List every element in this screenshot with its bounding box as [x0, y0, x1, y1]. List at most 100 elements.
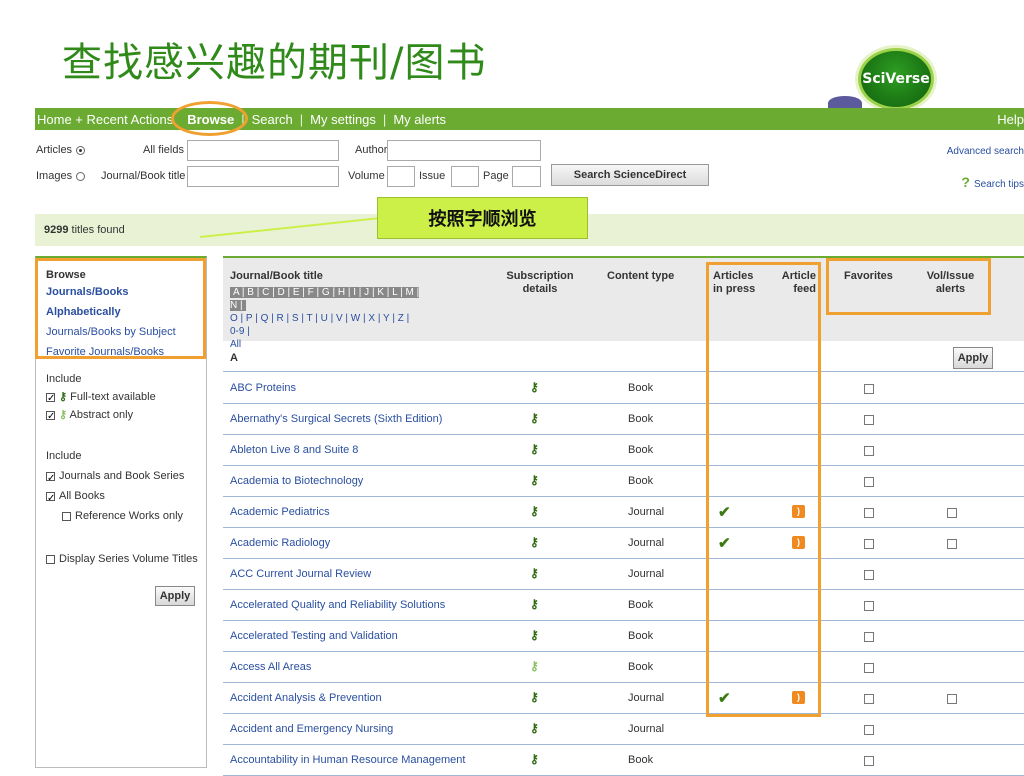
favorite-checkbox[interactable]: [864, 756, 874, 766]
table-row: ABC Proteins ⚷ Book: [223, 373, 1024, 404]
title-link[interactable]: Academia to Biotechnology: [230, 475, 363, 487]
vol-alert-checkbox[interactable]: [947, 508, 957, 518]
all-fields-input[interactable]: [187, 140, 339, 161]
title-link[interactable]: Accident Analysis & Prevention: [230, 692, 382, 704]
favorite-checkbox[interactable]: [864, 384, 874, 394]
journals-option: Journals and Book Series: [46, 466, 206, 489]
sidebar-apply-button[interactable]: Apply: [155, 586, 195, 606]
favorite-checkbox[interactable]: [864, 725, 874, 735]
title-link[interactable]: Ableton Live 8 and Suite 8: [230, 444, 358, 456]
key-icon: ⚷: [530, 473, 539, 487]
title-link[interactable]: Accelerated Testing and Validation: [230, 630, 398, 642]
nav-settings[interactable]: My settings: [310, 112, 376, 127]
images-radio[interactable]: [76, 171, 86, 181]
volume-input[interactable]: [387, 166, 415, 187]
issue-input[interactable]: [451, 166, 479, 187]
alpha-line-1[interactable]: A | B | C | D | E | F | G | H | I | J | …: [230, 287, 420, 311]
allbooks-checkbox[interactable]: [46, 489, 55, 509]
alpha-line-2[interactable]: O | P | Q | R | S | T | U | V | W | X | …: [230, 312, 420, 338]
callout-alphabetical: 按照字顺浏览: [377, 197, 588, 239]
title-link[interactable]: Access All Areas: [230, 661, 311, 673]
favorite-checkbox[interactable]: [864, 663, 874, 673]
display-series-checkbox[interactable]: [46, 554, 55, 564]
favorite-checkbox[interactable]: [864, 539, 874, 549]
header-subscription: Subscription details: [505, 270, 575, 296]
table-row: Accident Analysis & Prevention ⚷ Journal ✔): [223, 683, 1024, 714]
title-link[interactable]: Academic Pediatrics: [230, 506, 330, 518]
nav-alerts[interactable]: My alerts: [393, 112, 446, 127]
vol-alert-checkbox[interactable]: [947, 694, 957, 704]
title-link[interactable]: Accident and Emergency Nursing: [230, 723, 393, 735]
fulltext-checkbox[interactable]: [46, 390, 55, 408]
table-apply-button[interactable]: Apply: [953, 347, 993, 369]
favorite-checkbox[interactable]: [864, 570, 874, 580]
reference-checkbox[interactable]: [62, 511, 71, 521]
table-row: Academic Pediatrics ⚷ Journal ✔): [223, 497, 1024, 528]
vol-alert-checkbox[interactable]: [947, 539, 957, 549]
title-link[interactable]: Abernathy's Surgical Secrets (Sixth Edit…: [230, 413, 442, 425]
letter-row: A: [223, 344, 1024, 372]
search-tips-label: Search tips: [973, 179, 1024, 190]
journals-label: Journals and Book Series: [59, 470, 185, 482]
sidebar-highlight-box: [35, 258, 206, 359]
table-row: Academia to Biotechnology ⚷ Book: [223, 466, 1024, 497]
journals-checkbox[interactable]: [46, 469, 55, 489]
content-type: Book: [628, 413, 654, 425]
favorite-checkbox[interactable]: [864, 601, 874, 611]
header-subscription-line2: details: [522, 283, 558, 295]
abstract-checkbox[interactable]: [46, 408, 55, 426]
advanced-search-link[interactable]: Advanced search: [947, 146, 1024, 157]
search-sciencedirect-button[interactable]: Search ScienceDirect: [551, 164, 709, 186]
title-link[interactable]: ABC Proteins: [230, 382, 296, 394]
favorite-checkbox[interactable]: [864, 508, 874, 518]
fulltext-option: ⚷ Full-text available: [46, 388, 206, 408]
slide-title: 查找感兴趣的期刊/图书: [62, 40, 487, 86]
author-input[interactable]: [387, 140, 541, 161]
articles-radio[interactable]: [76, 145, 86, 155]
favorite-checkbox[interactable]: [864, 632, 874, 642]
title-link[interactable]: Academic Radiology: [230, 537, 330, 549]
table-row: Abernathy's Surgical Secrets (Sixth Edit…: [223, 404, 1024, 435]
key-icon: ⚷: [530, 442, 539, 456]
journal-title-input[interactable]: [187, 166, 339, 187]
letter-heading: A: [230, 352, 238, 364]
content-type: Book: [628, 444, 654, 456]
favorite-checkbox[interactable]: [864, 477, 874, 487]
content-type: Journal: [628, 506, 665, 518]
content-type: Journal: [628, 568, 665, 580]
table-row: Accelerated Quality and Reliability Solu…: [223, 590, 1024, 621]
search-tips-link[interactable]: ? Search tips: [961, 174, 1024, 190]
alpha-index[interactable]: A | B | C | D | E | F | G | H | I | J | …: [230, 286, 420, 351]
journal-title-label: Journal/Book title: [101, 170, 186, 182]
articles-feed-highlight-box: [706, 262, 821, 717]
key-icon: ⚷: [530, 380, 539, 394]
favorite-checkbox[interactable]: [864, 446, 874, 456]
content-type: Book: [628, 630, 654, 642]
favorite-checkbox[interactable]: [864, 694, 874, 704]
favorite-checkbox[interactable]: [864, 415, 874, 425]
table-row: Accelerated Testing and Validation ⚷ Book: [223, 621, 1024, 652]
table-row: Ableton Live 8 and Suite 8 ⚷ Book: [223, 435, 1024, 466]
nav-separator: |: [299, 111, 304, 127]
articles-label: Articles: [36, 144, 73, 156]
titles-found-label: titles found: [68, 224, 125, 236]
table-row: Accountability in Human Resource Managem…: [223, 745, 1024, 776]
author-label: Author: [355, 144, 388, 156]
key-icon: ⚷: [530, 752, 539, 766]
nav-help[interactable]: Help: [997, 112, 1024, 127]
title-link[interactable]: Accountability in Human Resource Managem…: [230, 754, 465, 766]
nav-search[interactable]: Search: [252, 112, 293, 127]
page-input[interactable]: [512, 166, 541, 187]
title-link[interactable]: ACC Current Journal Review: [230, 568, 371, 580]
browse-highlight-oval: [171, 101, 248, 136]
nav-separator: |: [382, 111, 387, 127]
allbooks-option: All Books: [46, 486, 206, 509]
content-type: Book: [628, 661, 654, 673]
key-icon: ⚷: [530, 504, 539, 518]
include-label-2: Include: [46, 450, 82, 462]
nav-home[interactable]: Home + Recent Actions: [37, 112, 173, 127]
title-link[interactable]: Accelerated Quality and Reliability Solu…: [230, 599, 445, 611]
key-icon: ⚷: [530, 721, 539, 735]
key-icon: ⚷: [530, 411, 539, 425]
header-subscription-line1: Subscription: [506, 270, 574, 282]
